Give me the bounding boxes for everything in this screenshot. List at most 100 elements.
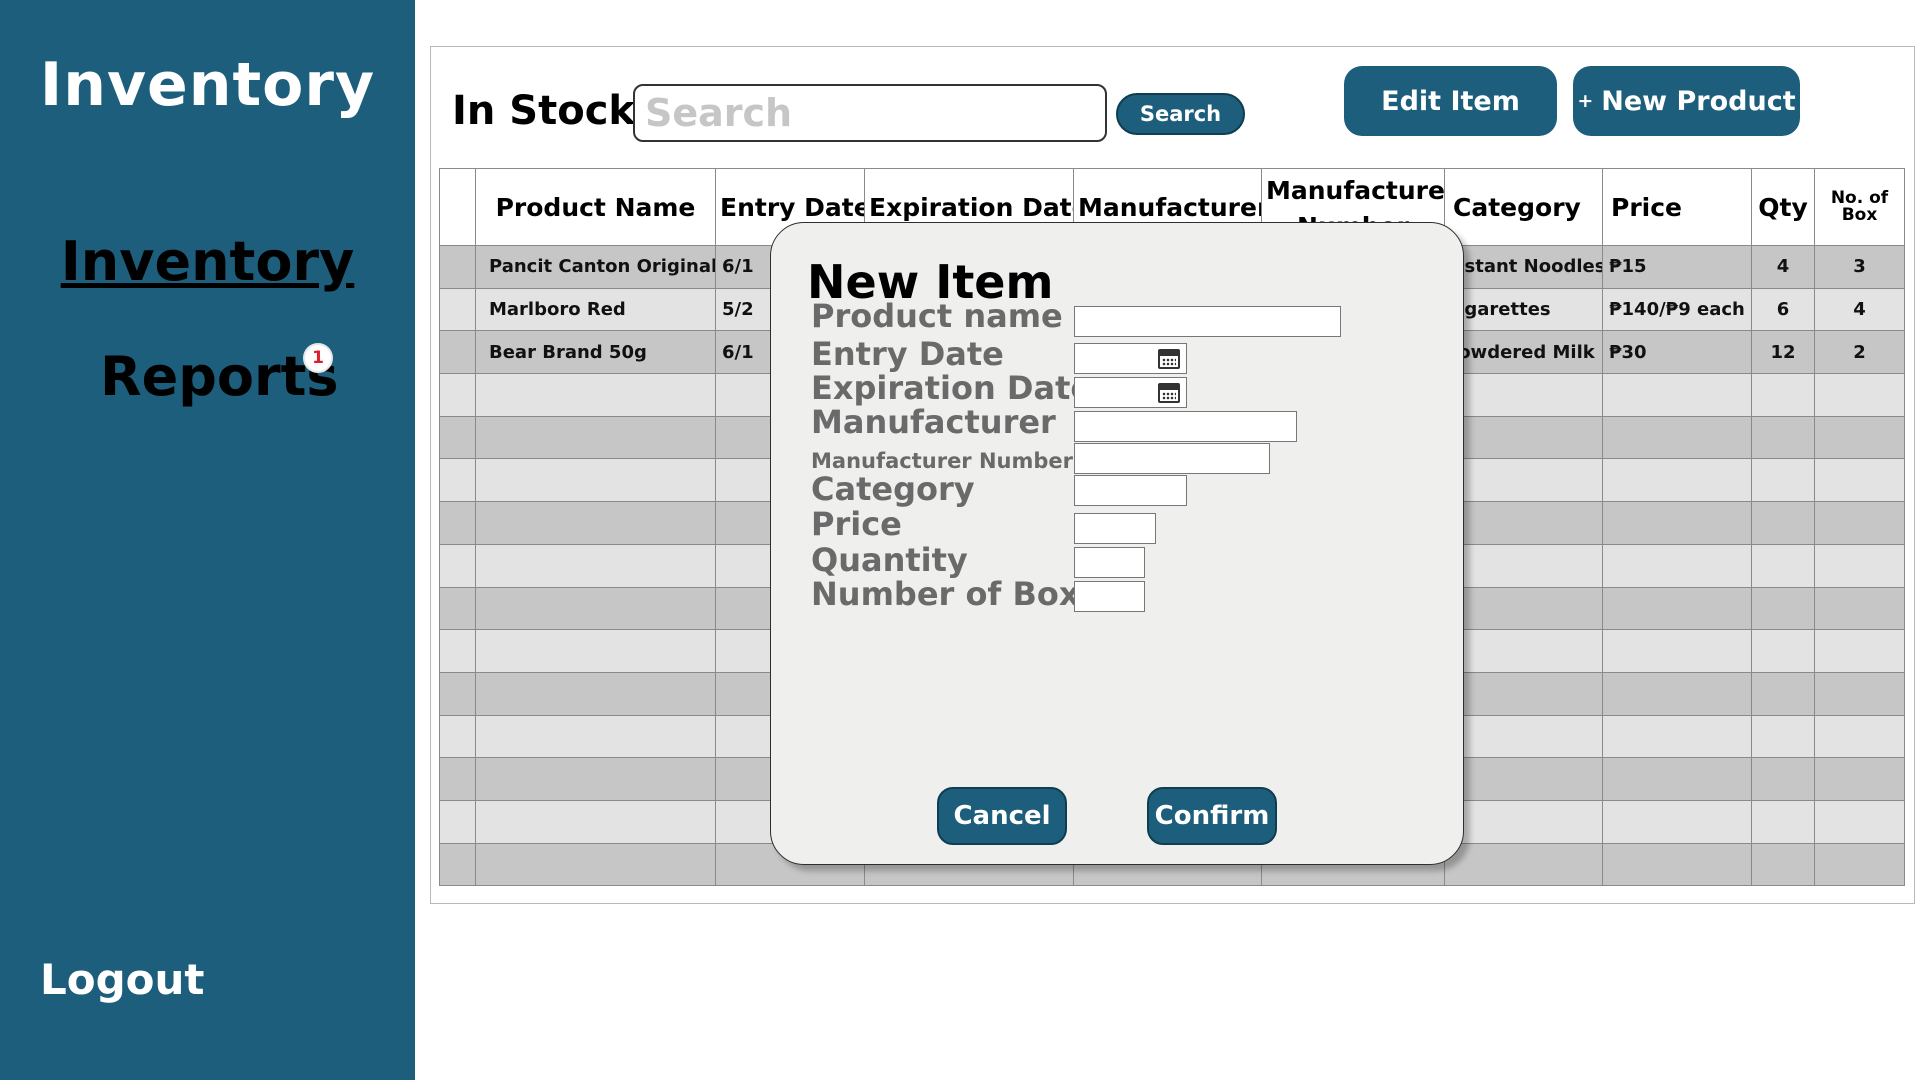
table-cell: [475, 501, 716, 545]
row-select-cell[interactable]: [439, 287, 476, 332]
price-label: Price: [811, 505, 902, 543]
row-select-cell[interactable]: [439, 543, 476, 588]
table-cell: [1444, 799, 1603, 844]
row-select-cell[interactable]: [439, 671, 476, 716]
row-select-cell[interactable]: [439, 842, 476, 887]
table-cell: [1751, 501, 1815, 545]
table-cell: 4: [1751, 245, 1815, 289]
table-cell: [1751, 373, 1815, 417]
table-cell: [1444, 543, 1603, 588]
table-cell: [1444, 842, 1603, 887]
row-select-cell[interactable]: [439, 458, 476, 503]
table-cell: [475, 586, 716, 631]
table-cell: [1751, 543, 1815, 588]
product-name-label: Product name: [811, 297, 1063, 335]
table-cell: [1814, 799, 1905, 844]
app-title: Inventory: [39, 50, 376, 120]
table-cell: [1814, 501, 1905, 545]
cancel-button[interactable]: Cancel: [937, 787, 1067, 845]
column-header-product-name[interactable]: Product Name: [475, 168, 716, 246]
row-select-cell[interactable]: [439, 714, 476, 759]
column-header-price[interactable]: Price: [1602, 168, 1752, 246]
row-select-cell[interactable]: [439, 586, 476, 631]
table-cell: 4: [1814, 287, 1905, 332]
table-cell: [1444, 671, 1603, 716]
row-select-cell[interactable]: [439, 799, 476, 844]
table-cell: Powdered Milk: [1444, 330, 1603, 375]
row-select-cell[interactable]: [439, 757, 476, 801]
table-cell: Cigarettes: [1444, 287, 1603, 332]
row-select-cell[interactable]: [439, 373, 476, 417]
table-cell: [1444, 629, 1603, 673]
price-input[interactable]: [1074, 513, 1156, 544]
logout-button[interactable]: Logout: [40, 955, 205, 1004]
column-header-category[interactable]: Category: [1444, 168, 1603, 246]
column-header-qty[interactable]: Qty: [1751, 168, 1815, 246]
table-cell: Instant Noodles: [1444, 245, 1603, 289]
expiration-date-label: Expiration Date: [811, 369, 1093, 407]
table-cell: [1751, 757, 1815, 801]
table-cell: [1751, 799, 1815, 844]
product-name-input[interactable]: [1074, 306, 1341, 337]
row-select-cell[interactable]: [439, 501, 476, 545]
table-cell: [1602, 714, 1752, 759]
table-cell: [1444, 373, 1603, 417]
row-select-cell[interactable]: [439, 629, 476, 673]
manufacturer-number-input[interactable]: [1074, 443, 1270, 474]
table-cell: [1602, 757, 1752, 801]
column-header-select: [439, 168, 476, 246]
nav-inventory-link[interactable]: Inventory: [0, 230, 415, 293]
confirm-button[interactable]: Confirm: [1147, 787, 1277, 845]
manufacturer-input[interactable]: [1074, 411, 1297, 442]
search-input[interactable]: [633, 84, 1107, 142]
manufacturer-label: Manufacturer: [811, 403, 1056, 441]
table-cell: [1814, 842, 1905, 887]
table-cell: [475, 842, 716, 887]
table-cell: 3: [1814, 245, 1905, 289]
notification-badge: 1: [303, 343, 333, 373]
calendar-icon[interactable]: [1158, 383, 1180, 403]
category-input[interactable]: [1074, 475, 1187, 506]
table-cell: [1602, 799, 1752, 844]
table-cell: [1751, 458, 1815, 503]
table-cell: [1751, 842, 1815, 887]
new-item-modal: New Item Product name Entry Date Expirat…: [770, 222, 1464, 865]
table-cell: [1814, 543, 1905, 588]
row-select-cell[interactable]: [439, 245, 476, 289]
table-cell: Bear Brand 50g: [475, 330, 716, 375]
quantity-input[interactable]: [1074, 547, 1145, 578]
number-of-box-label: Number of Box: [811, 575, 1080, 613]
table-cell: ₱140/₱9 each: [1602, 287, 1752, 332]
row-select-cell[interactable]: [439, 415, 476, 460]
table-cell: [1814, 671, 1905, 716]
table-cell: [1444, 757, 1603, 801]
table-cell: [1751, 671, 1815, 716]
table-cell: [1814, 458, 1905, 503]
calendar-icon[interactable]: [1158, 349, 1180, 369]
table-cell: [1814, 415, 1905, 460]
table-cell: [475, 373, 716, 417]
table-cell: [1751, 714, 1815, 759]
table-cell: [1444, 586, 1603, 631]
table-cell: [1814, 714, 1905, 759]
table-cell: 6: [1751, 287, 1815, 332]
table-cell: [1602, 543, 1752, 588]
plus-icon: +: [1577, 90, 1594, 112]
table-cell: [475, 543, 716, 588]
table-cell: [475, 458, 716, 503]
table-cell: [1444, 458, 1603, 503]
number-of-box-input[interactable]: [1074, 581, 1145, 612]
table-cell: [1751, 415, 1815, 460]
row-select-cell[interactable]: [439, 330, 476, 375]
table-cell: [1751, 629, 1815, 673]
table-cell: 2: [1814, 330, 1905, 375]
search-button[interactable]: Search: [1116, 93, 1245, 135]
table-cell: [1602, 458, 1752, 503]
column-header-no-of-box[interactable]: No. of Box: [1814, 168, 1905, 246]
table-cell: [1602, 586, 1752, 631]
table-cell: [1444, 714, 1603, 759]
expiration-date-input[interactable]: [1074, 377, 1187, 408]
table-cell: [1814, 373, 1905, 417]
edit-item-button[interactable]: Edit Item: [1344, 66, 1557, 136]
new-product-button[interactable]: + New Product: [1573, 66, 1800, 136]
